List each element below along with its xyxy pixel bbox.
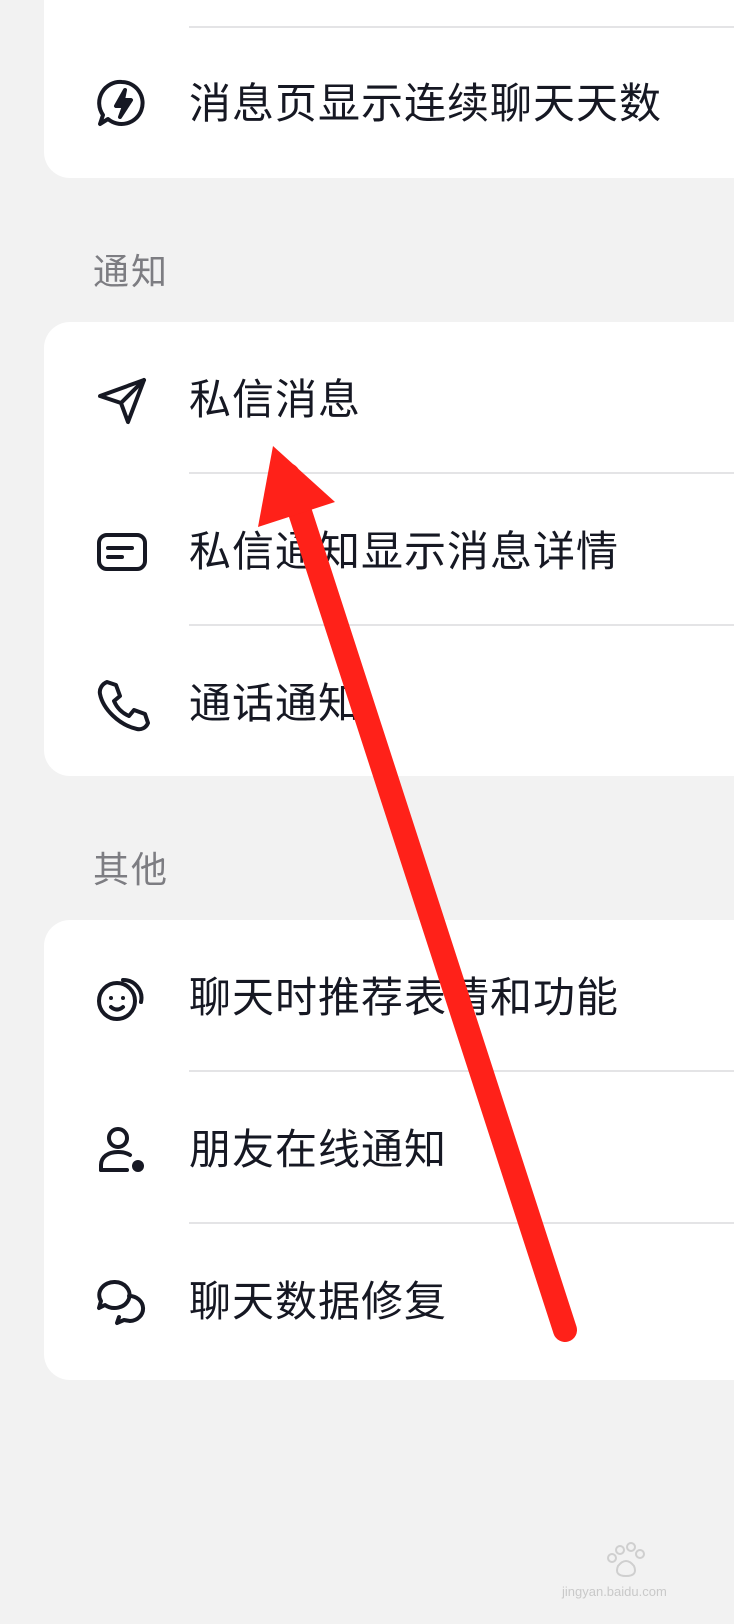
setting-row-notification-details[interactable]: 私信通知显示消息详情 (44, 474, 734, 630)
setting-label: 私信消息 (189, 375, 362, 424)
watermark-text: jingyan.baidu.com (562, 1584, 667, 1599)
setting-label: 消息页显示连续聊天天数 (189, 79, 663, 128)
baidu-jingyan-watermark: jingyan.baidu.com (560, 1540, 730, 1620)
setting-row-private-message[interactable]: 私信消息 (44, 322, 734, 478)
setting-label: 通话通知 (189, 679, 362, 728)
setting-row-friend-online[interactable]: 朋友在线通知 (44, 1072, 734, 1228)
paper-plane-icon (94, 372, 150, 428)
phone-icon (94, 676, 150, 732)
card-chat-display: 消息页显示连续聊天天数 (44, 0, 734, 178)
lightning-bubble-icon (94, 76, 150, 132)
setting-row-call-notification[interactable]: 通话通知 (44, 626, 734, 782)
setting-row-recommend-emoji[interactable]: 聊天时推荐表情和功能 (44, 920, 734, 1076)
smiley-bubble-icon (94, 970, 150, 1026)
setting-label: 朋友在线通知 (189, 1125, 448, 1174)
setting-label: 聊天数据修复 (189, 1277, 448, 1326)
card-other: 聊天时推荐表情和功能 朋友在线通知 聊天数据修复 (44, 920, 734, 1380)
setting-label: 私信通知显示消息详情 (189, 527, 620, 576)
user-online-icon (94, 1122, 150, 1178)
card-notify: 私信消息 私信通知显示消息详情 通话通知 (44, 322, 734, 776)
baidu-jingyan-logo (607, 1542, 645, 1578)
setting-label: 聊天时推荐表情和功能 (189, 973, 620, 1022)
section-title-notify: 通知 (93, 252, 170, 293)
setting-row-chat-data-repair[interactable]: 聊天数据修复 (44, 1224, 734, 1380)
message-card-icon (94, 524, 150, 580)
chat-bubbles-icon (94, 1274, 150, 1330)
annotation-arrow (258, 446, 577, 1342)
section-title-other: 其他 (93, 850, 170, 891)
setting-row-streak-days[interactable]: 消息页显示连续聊天天数 (44, 26, 734, 182)
